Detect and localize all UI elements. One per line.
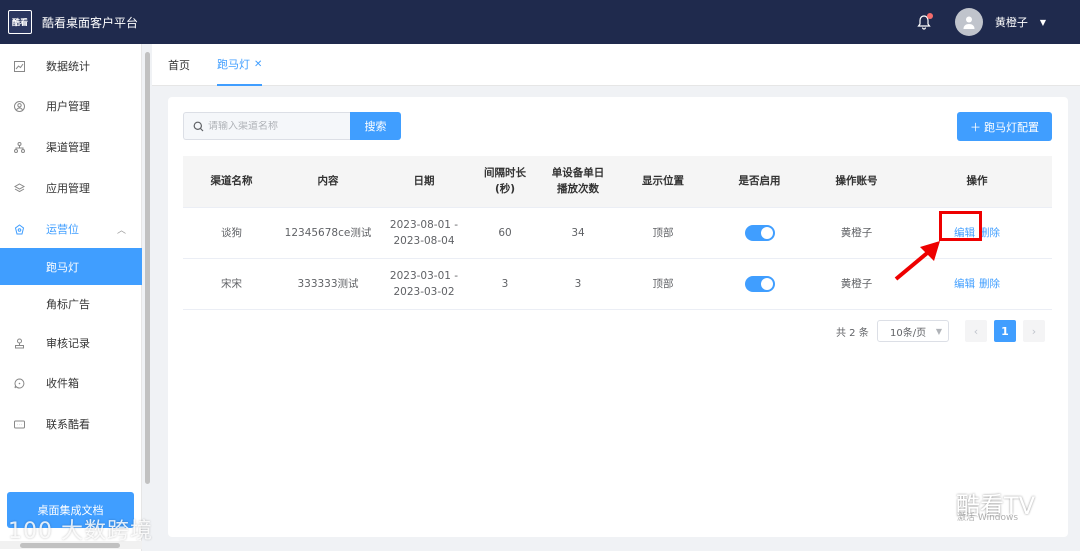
sidebar-item-corner-ads[interactable]: 角标广告 [0, 284, 142, 324]
inbox-icon [13, 377, 25, 389]
column-header-account: 操作账号 [811, 156, 902, 208]
plus-icon: ＋ [970, 120, 981, 134]
cell-enabled [708, 258, 811, 310]
delete-link[interactable]: 删除 [979, 227, 1000, 239]
sidebar-item-users[interactable]: 用户管理 [0, 86, 142, 126]
sidebar-item-label: 数据统计 [46, 60, 90, 73]
layers-icon [13, 182, 25, 194]
sidebar-item-audit[interactable]: 审核记录 [0, 323, 142, 363]
windows-activation-text: 激活 Windows [957, 513, 1019, 523]
column-header-position: 显示位置 [618, 156, 708, 208]
column-header-channel: 渠道名称 [183, 156, 280, 208]
search-field[interactable] [183, 112, 350, 140]
app-title: 酷看桌面客户平台 [42, 15, 139, 30]
sidebar-item-marquee[interactable]: 跑马灯 [0, 248, 142, 285]
user-area: 黄橙子 ▼ [915, 0, 1046, 44]
cell-interval: 3 [472, 258, 538, 310]
prev-page-button[interactable]: ‹ [965, 320, 987, 342]
sidebar-item-label: 审核记录 [46, 337, 90, 350]
chevron-up-icon: ︿ [116, 225, 126, 236]
caret-down-icon[interactable]: ▼ [1040, 18, 1046, 27]
marquee-table: 渠道名称 内容 日期 间隔时长 (秒) 单设备单日 播放次数 显示位置 是否启用… [183, 156, 1052, 310]
column-header-content: 内容 [280, 156, 376, 208]
channel-icon [13, 141, 25, 153]
wechat-icon [930, 495, 950, 512]
bell-icon[interactable] [915, 13, 933, 31]
sidebar-item-operations[interactable]: 运营位 ︿ [0, 209, 142, 249]
sidebar-item-channels[interactable]: 渠道管理 [0, 127, 142, 167]
annotation-arrow-icon [894, 241, 940, 281]
sidebar-item-label: 跑马灯 [46, 260, 79, 274]
cell-content: 333333测试 [280, 258, 376, 310]
column-header-plays: 单设备单日 播放次数 [538, 156, 618, 208]
close-icon[interactable]: ✕ [254, 59, 262, 70]
search-button[interactable]: 搜索 [350, 112, 401, 140]
sidebar-item-label: 渠道管理 [46, 141, 90, 154]
sidebar-item-stats[interactable]: 数据统计 [0, 46, 142, 86]
column-header-date: 日期 [376, 156, 472, 208]
chevron-down-icon: ▼ [935, 326, 942, 336]
cell-interval: 60 [472, 207, 538, 259]
tab-home[interactable]: 首页 [168, 44, 190, 86]
sidebar-item-label: 运营位 [46, 223, 79, 236]
column-header-actions: 操作 [902, 156, 1052, 208]
app-logo[interactable]: 酷看 [8, 10, 32, 34]
tab-label: 跑马灯 [217, 58, 250, 71]
cell-date: 2023-08-01 - 2023-08-04 [376, 207, 472, 259]
audit-icon [13, 337, 25, 349]
tab-bar: 首页 跑马灯 ✕ [152, 44, 1080, 86]
table-header-row: 渠道名称 内容 日期 间隔时长 (秒) 单设备单日 播放次数 显示位置 是否启用… [183, 156, 1052, 208]
content-card: 搜索 ＋ 跑马灯配置 渠道名称 内容 日期 间隔时长 (秒) 单设备单日 播放次… [168, 97, 1068, 537]
enabled-toggle[interactable] [744, 275, 775, 292]
cell-date: 2023-03-01 - 2023-03-02 [376, 258, 472, 310]
cell-enabled [708, 207, 811, 259]
avatar-icon[interactable] [954, 8, 983, 36]
enabled-toggle[interactable] [744, 224, 775, 241]
search-input[interactable] [208, 120, 348, 132]
edit-link[interactable]: 编辑 [954, 278, 975, 290]
tab-label: 首页 [168, 59, 190, 72]
sidebar-item-label: 收件箱 [46, 377, 79, 390]
cell-plays: 3 [538, 258, 618, 310]
user-icon [13, 100, 25, 112]
config-button-label: 跑马灯配置 [984, 120, 1039, 134]
sidebar: 数据统计 用户管理 渠道管理 应用管理 运营位 ︿ 跑马灯 角标广告 审核记录 [0, 44, 142, 551]
tab-marquee[interactable]: 跑马灯 ✕ [217, 44, 263, 86]
cell-plays: 34 [538, 207, 618, 259]
watermark-left: 100 大数跨境 [8, 519, 153, 544]
page-size-value: 10条/页 [890, 327, 927, 339]
sidebar-item-label: 用户管理 [46, 100, 90, 113]
marquee-config-button[interactable]: ＋ 跑马灯配置 [957, 112, 1052, 141]
sidebar-item-apps[interactable]: 应用管理 [0, 168, 142, 208]
sidebar-scrollbar[interactable] [145, 52, 150, 484]
chart-icon [13, 60, 25, 72]
top-bar: 酷看 酷看桌面客户平台 黄橙子 ▼ [0, 0, 1080, 44]
sidebar-item-label: 角标广告 [46, 298, 90, 311]
notification-dot [926, 13, 933, 19]
sidebar-item-label: 联系酷看 [46, 418, 90, 431]
cell-position: 顶部 [618, 258, 708, 310]
user-name[interactable]: 黄橙子 [995, 14, 1028, 30]
sidebar-item-label: 应用管理 [46, 182, 90, 195]
sidebar-item-inbox[interactable]: 收件箱 [0, 363, 142, 403]
cell-content: 12345678ce测试 [280, 207, 376, 259]
delete-link[interactable]: 删除 [979, 278, 1000, 290]
column-header-interval: 间隔时长 (秒) [472, 156, 538, 208]
search-icon [193, 121, 204, 132]
pagination-total: 共 2 条 [836, 327, 869, 339]
page-1-button[interactable]: 1 [994, 320, 1016, 342]
cell-channel: 宋宋 [183, 258, 280, 310]
page-size-select[interactable]: 10条/页 ▼ [877, 320, 949, 342]
cell-position: 顶部 [618, 207, 708, 259]
sidebar-item-contact[interactable]: 联系酷看 [0, 404, 142, 444]
next-page-button[interactable]: › [1023, 320, 1045, 342]
contact-icon [13, 418, 25, 430]
operation-icon [13, 223, 25, 235]
cell-channel: 谈狗 [183, 207, 280, 259]
column-header-enabled: 是否启用 [708, 156, 811, 208]
